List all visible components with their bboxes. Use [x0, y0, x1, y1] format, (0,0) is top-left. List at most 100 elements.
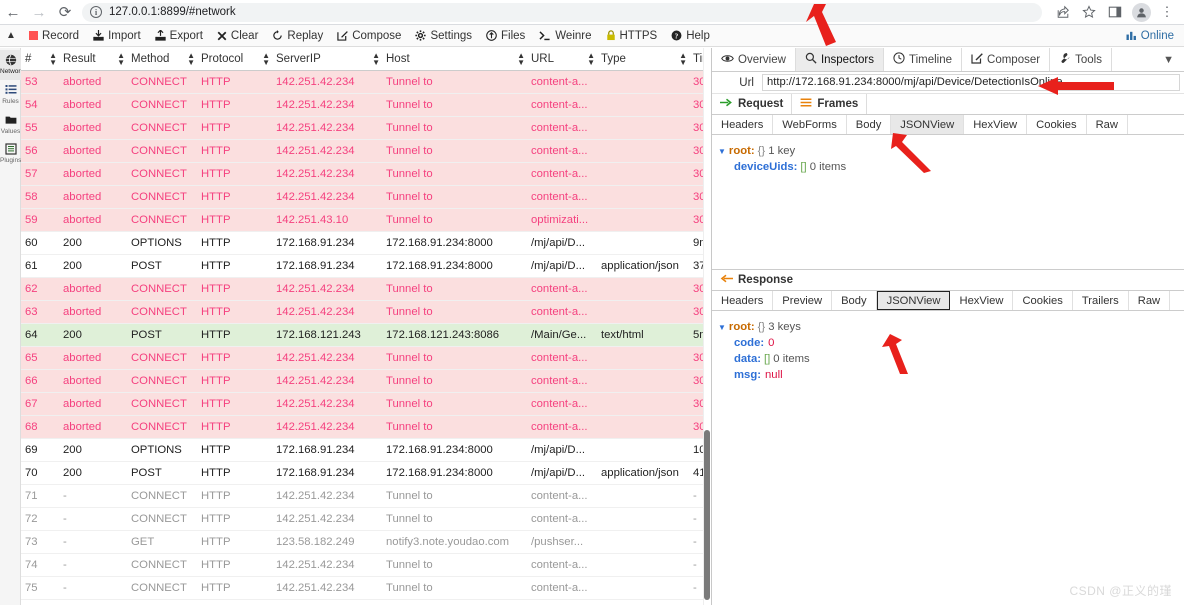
response-subtab-preview[interactable]: Preview	[773, 291, 833, 310]
table-row[interactable]: 72- CONNECT HTTP 142.251.42.234 Tunnel to con…	[21, 507, 711, 531]
response-json-entry-code[interactable]: code: 0	[718, 335, 1184, 351]
site-info-icon[interactable]: i	[90, 6, 102, 18]
sort-toggle-icon[interactable]: ▲ ▼	[517, 52, 525, 67]
sort-toggle-icon[interactable]: ▲ ▼	[117, 52, 125, 67]
triangle-down-icon[interactable]: ▼	[718, 147, 726, 156]
response-subtab-headers[interactable]: Headers	[712, 291, 774, 310]
chevron-up-icon[interactable]: ▲	[0, 25, 22, 47]
toolbar-button-weinre[interactable]: Weinre	[532, 25, 598, 47]
table-row[interactable]: 61 200 POST HTTP 172.168.91.234 172.168.91.23…	[21, 254, 711, 278]
table-row[interactable]: 73- GET HTTP 123.58.182.249 notify3.note.you…	[21, 530, 711, 554]
network-table-pane[interactable]: # ▲ ▼ Result ▲ ▼ Method ▲ ▼ Protocol ▲ ▼ ServerIP ▲ ▼ H…	[21, 48, 712, 605]
request-frames-tab[interactable]: Frames	[792, 94, 868, 114]
table-row[interactable]: 62 aborted CONNECT HTTP 142.251.42.234 Tunnel…	[21, 277, 711, 301]
column-header-serverip[interactable]: ServerIP ▲ ▼	[272, 48, 382, 71]
address-bar[interactable]: i 127.0.0.1:8899/#network	[82, 2, 1042, 22]
request-subtab-headers[interactable]: Headers	[712, 115, 774, 134]
table-row[interactable]: 74- CONNECT HTTP 142.251.42.234 Tunnel to con…	[21, 553, 711, 577]
table-row[interactable]: 75- CONNECT HTTP 142.251.42.234 Tunnel to con…	[21, 576, 711, 600]
rail-item-plugins[interactable]: Plugins	[0, 139, 21, 169]
table-row[interactable]: 60 200 OPTIONS HTTP 172.168.91.234 172.168.91…	[21, 231, 711, 255]
table-row[interactable]: 63 aborted CONNECT HTTP 142.251.42.234 Tunnel…	[21, 300, 711, 324]
rail-item-network[interactable]: Network	[0, 50, 24, 80]
rail-item-rules[interactable]: Rules	[0, 80, 21, 110]
tab-timeline[interactable]: Timeline	[884, 48, 963, 71]
response-json-entry-msg[interactable]: msg: null	[718, 367, 1184, 383]
profile-avatar-icon[interactable]	[1128, 0, 1154, 25]
toolbar-button-clear[interactable]: Clear	[210, 25, 265, 47]
star-icon[interactable]	[1076, 0, 1102, 25]
url-input[interactable]: http://172.168.91.234:8000/mj/api/Device…	[762, 74, 1180, 91]
sort-toggle-icon[interactable]: ▲ ▼	[187, 52, 195, 67]
table-row[interactable]: 70 200 POST HTTP 172.168.91.234 172.168.91.23…	[21, 461, 711, 485]
table-row[interactable]: 65 aborted CONNECT HTTP 142.251.42.234 Tunnel…	[21, 346, 711, 370]
toolbar-button-replay[interactable]: Replay	[265, 25, 330, 47]
request-json-root-row[interactable]: ▼ root:{} 1 key	[718, 143, 1184, 159]
request-subtab-jsonview[interactable]: JSONView	[891, 115, 965, 134]
sort-toggle-icon[interactable]: ▲ ▼	[372, 52, 380, 67]
table-row[interactable]: 67 aborted CONNECT HTTP 142.251.42.234 Tunnel…	[21, 392, 711, 416]
table-row[interactable]: 53 aborted CONNECT HTTP 142.251.42.234 Tunnel…	[21, 70, 711, 94]
table-row[interactable]: 66 aborted CONNECT HTTP 142.251.42.234 Tunnel…	[21, 369, 711, 393]
response-section-label[interactable]: Response	[712, 270, 801, 290]
table-row[interactable]: 68 aborted CONNECT HTTP 142.251.42.234 Tunnel…	[21, 415, 711, 439]
response-json-entry-data[interactable]: data:[] 0 items	[718, 351, 1184, 367]
kebab-menu-icon[interactable]: ⋮	[1154, 0, 1180, 25]
column-header-result[interactable]: Result ▲ ▼	[59, 48, 127, 71]
response-subtab-jsonview[interactable]: JSONView	[876, 291, 951, 310]
toolbar-button-help[interactable]: ? Help	[664, 25, 717, 47]
request-subtab-cookies[interactable]: Cookies	[1027, 115, 1087, 134]
column-header-protocol[interactable]: Protocol ▲ ▼	[197, 48, 272, 71]
back-arrow-icon[interactable]: ←	[0, 0, 26, 25]
response-subtab-trailers[interactable]: Trailers	[1073, 291, 1129, 310]
request-section-label[interactable]: Request	[712, 94, 793, 114]
column-header-url[interactable]: URL ▲ ▼	[527, 48, 597, 71]
toolbar-button-files[interactable]: Files	[479, 25, 532, 47]
tab-composer[interactable]: Composer	[962, 48, 1051, 71]
column-header-num[interactable]: # ▲ ▼	[21, 48, 59, 71]
toolbar-button-settings[interactable]: Settings	[408, 25, 479, 47]
table-row[interactable]: 55 aborted CONNECT HTTP 142.251.42.234 Tunnel…	[21, 116, 711, 140]
side-panel-icon[interactable]	[1102, 0, 1128, 25]
rail-item-values[interactable]: Values	[0, 110, 21, 140]
request-json-entry-deviceuids[interactable]: deviceUids:[] 0 items	[718, 159, 1184, 175]
sort-toggle-icon[interactable]: ▲ ▼	[49, 52, 57, 67]
reload-icon[interactable]: ⟳	[52, 0, 78, 25]
column-header-type[interactable]: Type ▲ ▼	[597, 48, 689, 71]
toolbar-button-compose[interactable]: Compose	[330, 25, 408, 47]
column-header-host[interactable]: Host ▲ ▼	[382, 48, 527, 71]
request-subtab-raw[interactable]: Raw	[1087, 115, 1128, 134]
table-row[interactable]: 59 aborted CONNECT HTTP 142.251.43.10 Tunnel …	[21, 208, 711, 232]
table-row[interactable]: 58 aborted CONNECT HTTP 142.251.42.234 Tunnel…	[21, 185, 711, 209]
triangle-down-icon[interactable]: ▼	[718, 323, 726, 332]
share-icon[interactable]	[1050, 0, 1076, 25]
table-scrollbar-thumb[interactable]	[704, 430, 710, 600]
online-status-indicator[interactable]: Online	[1126, 25, 1174, 47]
table-row[interactable]: 69 200 OPTIONS HTTP 172.168.91.234 172.168.91…	[21, 438, 711, 462]
response-json-root-row[interactable]: ▼ root:{} 3 keys	[718, 319, 1184, 335]
table-scrollbar-track[interactable]	[703, 48, 711, 605]
toolbar-button-record[interactable]: Record	[22, 25, 86, 47]
toolbar-button-https[interactable]: HTTPS	[599, 25, 665, 47]
request-subtab-webforms[interactable]: WebForms	[773, 115, 847, 134]
response-subtab-hexview[interactable]: HexView	[950, 291, 1014, 310]
table-row[interactable]: 54 aborted CONNECT HTTP 142.251.42.234 Tunnel…	[21, 93, 711, 117]
toolbar-button-import[interactable]: Import	[86, 25, 148, 47]
sort-toggle-icon[interactable]: ▲ ▼	[587, 52, 595, 67]
table-row[interactable]: 56 aborted CONNECT HTTP 142.251.42.234 Tunnel…	[21, 139, 711, 163]
tab-overview[interactable]: Overview	[712, 48, 796, 71]
tab-inspectors[interactable]: Inspectors	[795, 48, 884, 71]
forward-arrow-icon[interactable]: →	[26, 0, 52, 25]
table-row[interactable]: 64 200 POST HTTP 172.168.121.243 172.168.121.…	[21, 323, 711, 347]
sort-toggle-icon[interactable]: ▲ ▼	[262, 52, 270, 67]
response-subtab-cookies[interactable]: Cookies	[1013, 291, 1073, 310]
response-subtab-raw[interactable]: Raw	[1129, 291, 1171, 310]
tab-tools[interactable]: Tools	[1050, 48, 1112, 71]
request-subtab-body[interactable]: Body	[847, 115, 892, 134]
toolbar-button-export[interactable]: Export	[148, 25, 210, 47]
request-subtab-hexview[interactable]: HexView	[964, 115, 1028, 134]
column-header-method[interactable]: Method ▲ ▼	[127, 48, 197, 71]
table-row[interactable]: 71- CONNECT HTTP 142.251.42.234 Tunnel to con…	[21, 484, 711, 508]
table-row[interactable]: 57 aborted CONNECT HTTP 142.251.42.234 Tunnel…	[21, 162, 711, 186]
chevron-down-icon[interactable]: ▼	[1163, 48, 1174, 72]
